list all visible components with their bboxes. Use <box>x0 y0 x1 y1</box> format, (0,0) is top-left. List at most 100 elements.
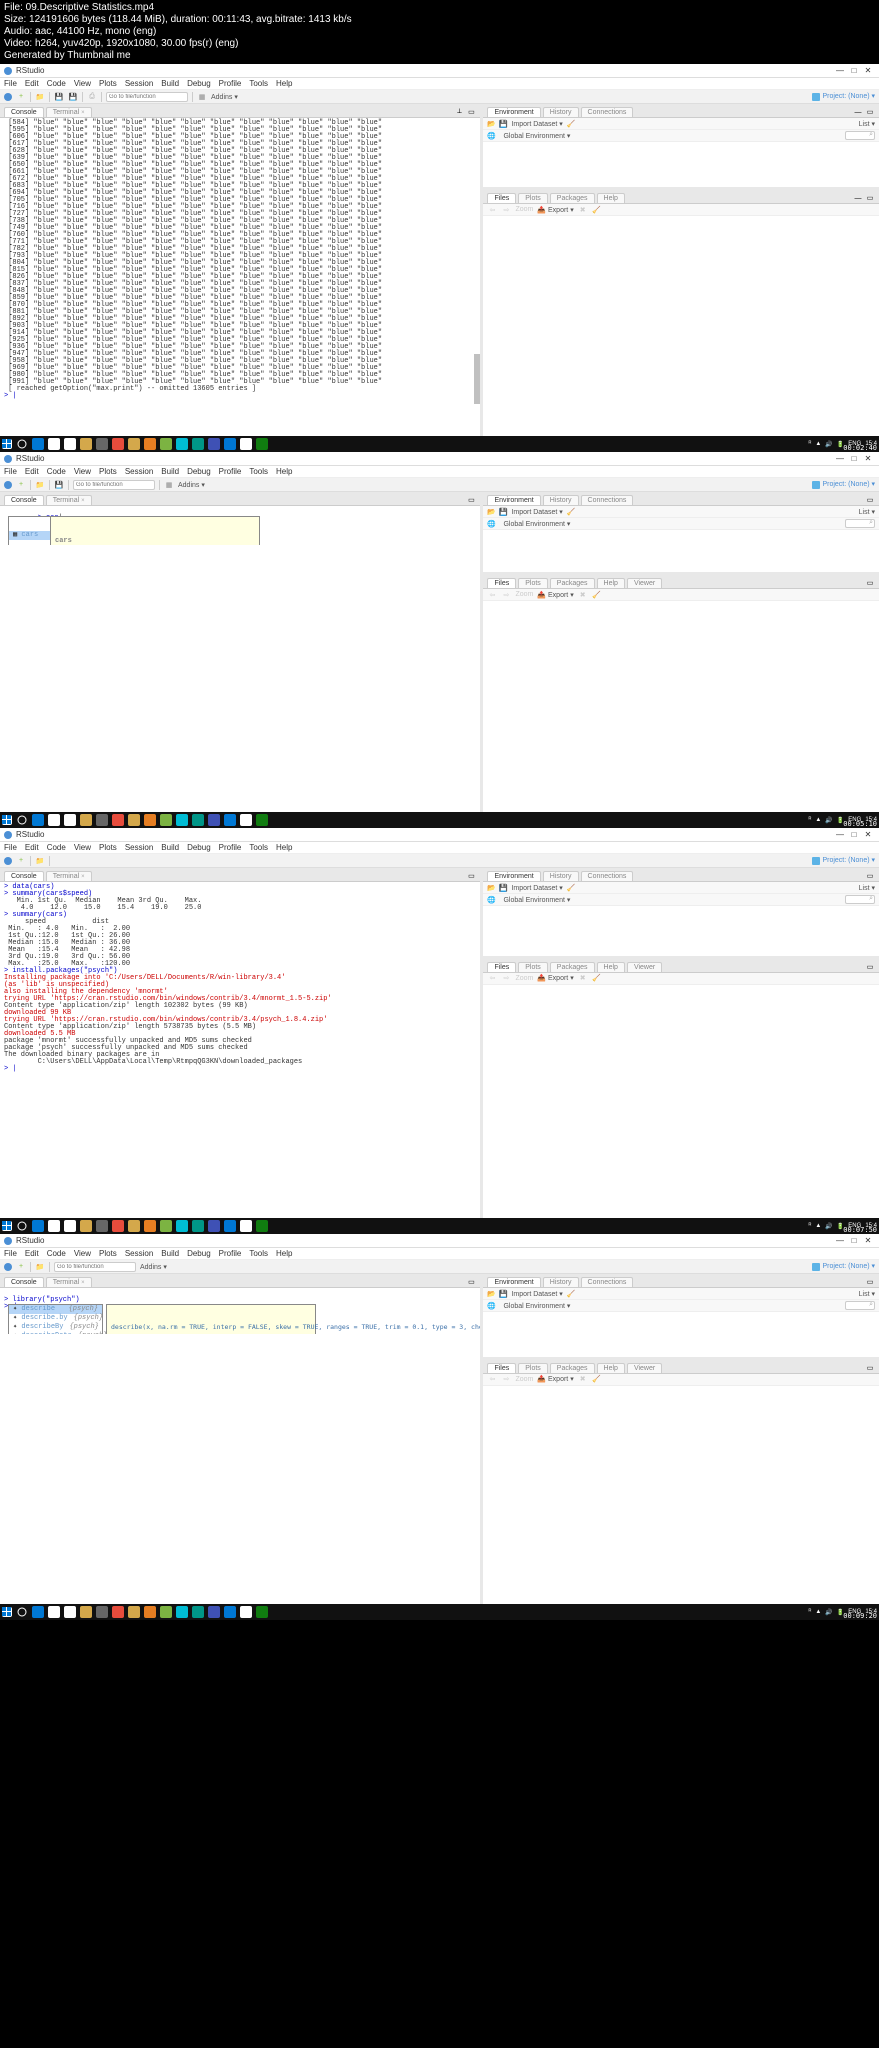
tab-connections[interactable]: Connections <box>581 107 634 117</box>
print-button[interactable]: ⎙ <box>87 92 97 102</box>
clear-workspace-icon[interactable]: 🧹 <box>567 884 575 892</box>
load-workspace-icon[interactable]: 📂 <box>487 120 495 128</box>
close-button[interactable]: ✕ <box>861 66 875 75</box>
console-output[interactable]: > data(cars)> summary(cars$speed) Min. 1… <box>0 882 480 1075</box>
taskbar-app-8[interactable] <box>160 438 172 450</box>
go-to-file-input[interactable] <box>54 1262 136 1272</box>
close-button[interactable]: ✕ <box>861 454 875 463</box>
menu-profile[interactable]: Profile <box>219 843 242 852</box>
menu-plots[interactable]: Plots <box>99 843 117 852</box>
taskbar-app-12[interactable] <box>224 1606 236 1618</box>
minimize-button[interactable]: — <box>833 454 847 463</box>
menu-edit[interactable]: Edit <box>25 843 39 852</box>
search-env-input[interactable] <box>845 131 875 140</box>
taskbar-app-0[interactable] <box>32 438 44 450</box>
menu-view[interactable]: View <box>74 79 91 88</box>
maximize-pane-icon[interactable]: ▭ <box>466 107 476 117</box>
new-file-button[interactable] <box>4 857 12 865</box>
tab-console[interactable]: Console <box>4 107 44 117</box>
taskbar-app-10[interactable] <box>192 814 204 826</box>
taskbar-app-11[interactable] <box>208 1606 220 1618</box>
maximize-pane-icon[interactable]: ▭ <box>865 1277 875 1287</box>
taskbar-app-1[interactable] <box>48 438 60 450</box>
menu-help[interactable]: Help <box>276 1249 292 1258</box>
autocomplete-popup[interactable]: ▦ cars <box>8 516 52 545</box>
zoom-button[interactable]: Zoom <box>515 1376 533 1383</box>
new-file-button[interactable] <box>4 93 12 101</box>
taskbar-app-8[interactable] <box>160 814 172 826</box>
tray-icon[interactable]: ᴿ <box>809 1609 812 1615</box>
taskbar-app-8[interactable] <box>160 1220 172 1232</box>
tab-files[interactable]: Files <box>487 1363 516 1373</box>
tab-console[interactable]: Console <box>4 871 44 881</box>
taskbar-app-13[interactable] <box>240 1606 252 1618</box>
start-button[interactable] <box>2 1607 12 1617</box>
search-env-input[interactable] <box>845 1301 875 1310</box>
menu-build[interactable]: Build <box>161 843 179 852</box>
minimize-button[interactable]: — <box>833 830 847 839</box>
tab-packages[interactable]: Packages <box>550 578 595 588</box>
autocomplete-item[interactable]: ✦ describe{psych} <box>9 1305 102 1314</box>
taskbar-app-12[interactable] <box>224 814 236 826</box>
zoom-button[interactable]: Zoom <box>515 975 533 982</box>
maximize-pane-icon[interactable]: ▭ <box>865 107 875 117</box>
tab-plots[interactable]: Plots <box>518 1363 548 1373</box>
taskbar-app-14[interactable] <box>256 1606 268 1618</box>
tab-viewer[interactable]: Viewer <box>627 578 662 588</box>
close-button[interactable]: ✕ <box>861 830 875 839</box>
new-project-button[interactable]: + <box>16 856 26 866</box>
menu-session[interactable]: Session <box>125 79 153 88</box>
export-button[interactable]: 📤 Export ▾ <box>537 206 573 214</box>
menu-file[interactable]: File <box>4 79 17 88</box>
taskbar-app-1[interactable] <box>48 1220 60 1232</box>
start-button[interactable] <box>2 815 12 825</box>
tab-terminal[interactable]: Terminal× <box>46 495 92 505</box>
menu-tools[interactable]: Tools <box>249 1249 268 1258</box>
tab-environment[interactable]: Environment <box>487 107 540 117</box>
taskbar-app-5[interactable] <box>112 438 124 450</box>
clear-plots-icon[interactable]: 🧹 <box>592 590 602 600</box>
taskbar-app-12[interactable] <box>224 1220 236 1232</box>
taskbar-app-5[interactable] <box>112 1606 124 1618</box>
cortana-icon[interactable] <box>16 1220 28 1232</box>
cortana-icon[interactable] <box>16 1606 28 1618</box>
export-button[interactable]: 📤 Export ▾ <box>537 974 573 982</box>
close-icon[interactable]: × <box>81 498 85 504</box>
maximize-pane-icon[interactable]: ▭ <box>466 871 476 881</box>
list-view-button[interactable]: List ▾ <box>859 884 875 892</box>
maximize-pane-icon[interactable]: ▭ <box>865 962 875 972</box>
wifi-icon[interactable]: ▲ <box>815 817 821 823</box>
new-project-button[interactable]: + <box>16 480 26 490</box>
import-dataset-button[interactable]: Import Dataset ▾ <box>511 1290 562 1298</box>
search-env-input[interactable] <box>845 519 875 528</box>
tab-packages[interactable]: Packages <box>550 193 595 203</box>
tab-help[interactable]: Help <box>597 962 625 972</box>
taskbar-app-2[interactable] <box>64 1220 76 1232</box>
menu-edit[interactable]: Edit <box>25 79 39 88</box>
tab-packages[interactable]: Packages <box>550 962 595 972</box>
menu-plots[interactable]: Plots <box>99 79 117 88</box>
save-button[interactable]: 💾 <box>54 480 64 490</box>
go-to-file-input[interactable] <box>106 92 188 102</box>
save-workspace-icon[interactable]: 💾 <box>499 508 507 516</box>
new-file-button[interactable] <box>4 481 12 489</box>
clear-plots-icon[interactable]: 🧹 <box>592 1374 602 1384</box>
import-dataset-button[interactable]: Import Dataset ▾ <box>511 508 562 516</box>
addins-menu[interactable]: Addins ▾ <box>211 93 238 101</box>
taskbar-app-3[interactable] <box>80 814 92 826</box>
menu-plots[interactable]: Plots <box>99 467 117 476</box>
autocomplete-item[interactable]: ✦ describeData{psych} <box>9 1332 102 1334</box>
taskbar-app-14[interactable] <box>256 1220 268 1232</box>
global-env-dropdown[interactable]: Global Environment ▾ <box>499 1300 574 1312</box>
windows-taskbar[interactable]: ᴿ▲🔊🔋ENG15:4 <box>0 436 879 452</box>
volume-icon[interactable]: 🔊 <box>825 817 832 824</box>
tab-terminal[interactable]: Terminal× <box>46 871 92 881</box>
maximize-pane-icon[interactable]: ▭ <box>865 578 875 588</box>
prev-plot-icon[interactable]: ⇦ <box>487 973 497 983</box>
project-selector[interactable]: Project: (None) ▾ <box>812 1262 875 1270</box>
open-file-button[interactable]: 📁 <box>35 1262 45 1272</box>
menu-build[interactable]: Build <box>161 1249 179 1258</box>
tab-files[interactable]: Files <box>487 578 516 588</box>
tray-icon[interactable]: ᴿ <box>809 817 812 823</box>
maximize-button[interactable]: □ <box>847 66 861 75</box>
